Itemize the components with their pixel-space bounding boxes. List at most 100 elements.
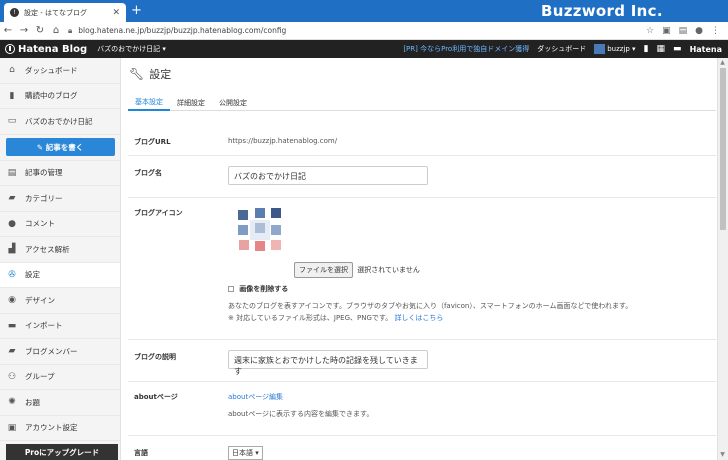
sidebar-item-import[interactable]: ▬ インポート xyxy=(0,314,120,339)
group-icon: ⚇ xyxy=(7,371,17,382)
palette-icon: ◉ xyxy=(8,295,16,306)
scroll-up-icon[interactable]: ▲ xyxy=(718,59,727,66)
sidebar-item-label: カテゴリー xyxy=(25,193,63,203)
sidebar-item-label: 記事の管理 xyxy=(25,168,63,178)
delete-image-group: 画像を削除する xyxy=(228,284,288,294)
choose-file-button[interactable]: ファイルを選択 xyxy=(294,262,353,278)
sidebar-item-label: バズのおでかけ日記 xyxy=(25,116,93,126)
tab-basic[interactable]: 基本設定 xyxy=(128,94,170,111)
folder-icon: ▰ xyxy=(8,193,16,204)
extension-icon[interactable]: ▣ xyxy=(662,26,671,36)
sidebar-item-label: グループ xyxy=(25,372,55,382)
sidebar-item-settings[interactable]: ✇ 設定 xyxy=(0,262,120,288)
hatena-link[interactable]: Hatena xyxy=(690,45,722,54)
extension2-icon[interactable]: ▤ xyxy=(679,26,688,36)
language-label: 言語 xyxy=(134,449,148,457)
blog-icon-desc2-group: ※ 対応しているファイル形式は、JPEG、PNGです。 詳しくはこちら xyxy=(228,313,443,323)
address-bar: ← → ↻ ⌂ 🔒︎ blog.hatena.ne.jp/buzzjp/buzz… xyxy=(0,22,728,40)
apps-grid-icon[interactable]: ▦ xyxy=(657,44,666,54)
delete-image-checkbox[interactable] xyxy=(228,286,234,292)
theme-icon: ✺ xyxy=(8,397,16,408)
notification-icon[interactable]: ▬ xyxy=(673,44,682,54)
blog-icon-preview xyxy=(236,206,284,254)
sidebar-item-comments[interactable]: ● コメント xyxy=(0,212,120,237)
dashboard-link[interactable]: ダッシュボード xyxy=(537,44,586,54)
profile-icon[interactable]: ● xyxy=(695,26,703,36)
upgrade-pro-button[interactable]: Proにアップグレード xyxy=(6,444,118,460)
blog-desc-label: ブログの説明 xyxy=(134,353,176,361)
sidebar-item-label: ダッシュボード xyxy=(25,65,78,75)
tab-publish[interactable]: 公開設定 xyxy=(212,94,254,111)
about-note: aboutページに表示する内容を編集できます。 xyxy=(228,410,374,418)
tab-close-icon[interactable]: ✕ xyxy=(112,8,120,18)
menu-dots-icon[interactable]: ⋮ xyxy=(711,26,720,36)
write-button-label: 記事を書く xyxy=(45,142,84,152)
sidebar-item-label: インポート xyxy=(25,321,63,331)
sidebar-item-label: ブログメンバー xyxy=(25,346,78,356)
logo-icon xyxy=(5,44,15,54)
home-icon: ⌂ xyxy=(9,65,15,76)
import-icon: ▬ xyxy=(7,320,17,331)
account-icon: ▣ xyxy=(7,422,17,433)
members-icon: ▰ xyxy=(8,346,16,357)
blog-icon-label: ブログアイコン xyxy=(134,209,183,217)
file-input-group: ファイルを選択 選択されていません xyxy=(294,262,420,278)
lock-icon[interactable]: 🔒︎ xyxy=(68,26,72,36)
write-article-button[interactable]: ✎ 記事を書く xyxy=(5,138,115,156)
sidebar-item-topics[interactable]: ✺ お題 xyxy=(0,390,120,416)
avatar xyxy=(594,44,606,54)
home-nav-icon[interactable]: ⌂ xyxy=(48,25,64,36)
sidebar-item-blog[interactable]: ▭ バズのおでかけ日記 xyxy=(0,109,120,135)
sidebar-item-label: アカウント設定 xyxy=(25,423,78,433)
pro-promo-link[interactable]: [PR] 今ならPro利用で独自ドメイン獲得 xyxy=(403,44,529,54)
scrollbar-thumb[interactable] xyxy=(720,68,726,230)
sidebar-item-members[interactable]: ▰ ブログメンバー xyxy=(0,339,120,365)
hatena-blog-logo[interactable]: Hatena Blog xyxy=(5,44,87,55)
blog-url-row: ブログURL https://buzzjp.hatenablog.com/ xyxy=(128,123,716,156)
forward-icon[interactable]: → xyxy=(16,25,32,36)
bookmark-icon: ▮ xyxy=(9,90,15,101)
user-menu[interactable]: buzzjp ▾ xyxy=(594,44,636,54)
browser-titlebar: ! 設定 - はてなブログ ✕ + Buzzword Inc. xyxy=(0,0,728,22)
reload-icon[interactable]: ↻ xyxy=(32,25,48,36)
blog-selector[interactable]: バズのおでかけ日記 ▾ xyxy=(97,44,166,54)
user-name: buzzjp ▾ xyxy=(607,45,636,53)
sidebar-item-account[interactable]: ▣ アカウント設定 xyxy=(0,416,120,441)
chart-icon: ▟ xyxy=(8,244,16,255)
details-link[interactable]: 詳しくはこちら xyxy=(394,314,443,322)
new-tab-button[interactable]: + xyxy=(131,4,142,17)
sidebar-item-label: 設定 xyxy=(25,270,40,280)
about-row: aboutページ aboutページ編集 aboutページに表示する内容を編集でき… xyxy=(128,382,716,436)
blog-name-label: ブログ名 xyxy=(134,169,162,177)
blog-desc-input[interactable]: 週末に家族とおでかけした時の記録を残していきます xyxy=(228,350,428,376)
browser-tab[interactable]: ! 設定 - はてなブログ ✕ xyxy=(4,3,126,22)
write-wrap: ✎ 記事を書く xyxy=(0,135,120,161)
back-icon[interactable]: ← xyxy=(0,25,16,36)
delete-image-label: 画像を削除する xyxy=(239,285,289,293)
sidebar-item-analytics[interactable]: ▟ アクセス解析 xyxy=(0,237,120,263)
sidebar-item-subscriptions[interactable]: ▮ 購読中のブログ xyxy=(0,84,120,109)
blog-icon: ▭ xyxy=(7,116,17,127)
blog-name-input[interactable]: バズのおでかけ日記 xyxy=(228,166,428,185)
sidebar-item-articles[interactable]: ▤ 記事の管理 xyxy=(0,161,120,186)
scroll-down-icon[interactable]: ▼ xyxy=(718,451,727,458)
file-status: 選択されていません xyxy=(357,266,420,274)
url-field[interactable]: blog.hatena.ne.jp/buzzjp/buzzjp.hatenabl… xyxy=(78,26,646,35)
sidebar-item-label: デザイン xyxy=(25,295,55,305)
article-icon: ▤ xyxy=(7,167,17,178)
page-title: 🔧︎ 設定 xyxy=(129,66,171,82)
sidebar-item-design[interactable]: ◉ デザイン xyxy=(0,288,120,314)
sidebar-item-dashboard[interactable]: ⌂ ダッシュボード xyxy=(0,58,120,84)
pencil-icon: ✎ xyxy=(36,142,46,152)
sidebar-item-groups[interactable]: ⚇ グループ xyxy=(0,365,120,390)
sidebar-item-categories[interactable]: ▰ カテゴリー xyxy=(0,186,120,212)
language-select[interactable]: 日本語 ▾ xyxy=(228,446,263,460)
star-icon[interactable]: ☆ xyxy=(646,26,654,36)
bookmark-header-icon[interactable]: ▮ xyxy=(644,44,649,54)
hatena-header: Hatena Blog バズのおでかけ日記 ▾ [PR] 今ならPro利用で独自… xyxy=(0,40,728,58)
tab-advanced[interactable]: 詳細設定 xyxy=(170,94,212,111)
main-content: 🔧︎ 設定 基本設定 詳細設定 公開設定 ブログURL https://buzz… xyxy=(121,58,717,460)
wrench-icon: ✇ xyxy=(8,269,16,280)
blog-url-label: ブログURL xyxy=(134,138,171,146)
about-edit-link[interactable]: aboutページ編集 xyxy=(228,392,283,402)
